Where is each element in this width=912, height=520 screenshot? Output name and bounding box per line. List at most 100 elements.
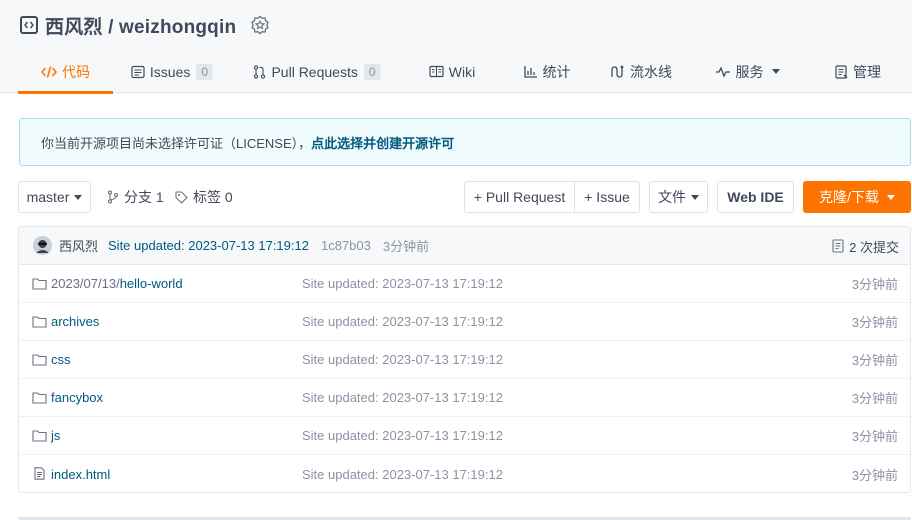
tab-issues-count: 0 [196,63,214,80]
tab-stats-label: 统计 [542,63,571,80]
branch-select[interactable]: master [18,181,91,213]
tab-pipeline[interactable]: 流水线 [593,50,689,93]
file-name-link[interactable]: css [51,352,71,367]
file-name-link[interactable]: fancybox [51,390,103,405]
clone-download-label: 克隆/下载 [819,189,879,205]
file-menu-label: 文件 [658,189,686,205]
folder-icon [32,315,47,328]
commit-author[interactable]: 西风烈 [59,236,98,255]
repo-code-icon [20,16,38,34]
file-name: hello-world [119,276,183,291]
table-row[interactable]: js Site updated: 2023-07-13 17:19:12 3分钟前 [19,417,910,455]
chevron-down-icon [886,194,895,200]
pipeline-icon [610,65,625,79]
file-commit-message[interactable]: Site updated: 2023-07-13 17:19:12 [302,276,503,291]
repo-header: 西风烈 / weizhongqin 代码 Issues 0 Pull Reque… [0,0,912,94]
license-notice: 你当前开源项目尚未选择许可证（LICENSE）， 点此选择并创建开源许可 [19,118,911,166]
tab-stats[interactable]: 统计 [501,50,593,93]
table-row[interactable]: css Site updated: 2023-07-13 17:19:12 3分钟前 [19,341,910,379]
tags-count: 标签 0 [193,189,233,205]
file-commit-message[interactable]: Site updated: 2023-07-13 17:19:12 [302,352,503,367]
tab-manage-label: 管理 [853,63,881,80]
file-commit-message[interactable]: Site updated: 2023-07-13 17:19:12 [302,390,503,405]
new-pull-request-button[interactable]: + Pull Request [464,181,575,213]
repo-toolbar: master 分支 1 标签 0 + Pull Request + Issue … [18,181,912,213]
stats-icon [523,65,538,78]
tags-link[interactable]: 标签 0 [175,181,233,213]
branch-select-label: master [26,189,70,205]
branch-icon [107,190,119,204]
commit-time: 3分钟前 [382,239,430,254]
file-commit-time: 3分钟前 [851,315,898,330]
license-notice-text: 你当前开源项目尚未选择许可证（LICENSE）， [41,135,312,151]
tab-wiki[interactable]: Wiki [403,50,501,93]
issues-icon [131,65,145,79]
tab-code[interactable]: 代码 [18,50,113,94]
repo-title-bar: 西风烈 / weizhongqin [20,12,270,38]
wiki-icon [429,65,444,78]
file-icon [32,467,47,480]
tag-icon [175,190,188,204]
file-name-link[interactable]: 2023/07/13/hello-world [51,276,183,291]
branches-count: 分支 1 [124,189,164,205]
file-name-link[interactable]: js [51,428,60,443]
web-ide-button[interactable]: Web IDE [717,181,794,213]
table-row[interactable]: 2023/07/13/hello-world Site updated: 2023… [19,265,910,303]
commit-count: 2 次提交 [849,239,899,255]
file-commit-time: 3分钟前 [851,277,898,292]
file-path-prefix: 2023/07/13/ [51,276,120,291]
tab-issues[interactable]: Issues 0 [113,50,231,93]
folder-icon [32,429,47,442]
file-name: fancybox [51,390,104,405]
chevron-down-icon [74,194,83,200]
tab-pipeline-label: 流水线 [630,63,672,80]
repo-tabs: 代码 Issues 0 Pull Requests 0 Wiki 统计 流水线 … [18,50,912,94]
commit-sha[interactable]: 1c87b03 [321,238,371,253]
branches-link[interactable]: 分支 1 [107,181,164,213]
repo-name[interactable]: 西风烈 / weizhongqin [45,12,236,39]
file-name: index.html [51,466,111,482]
file-commit-time: 3分钟前 [851,467,898,483]
tab-issues-label: Issues [149,63,191,80]
table-row[interactable]: archives Site updated: 2023-07-13 17:19:1… [19,303,910,341]
clone-download-button[interactable]: 克隆/下载 [803,181,911,213]
table-row[interactable]: fancybox Site updated: 2023-07-13 17:19:1… [19,379,910,417]
avatar[interactable] [33,236,52,255]
file-commit-time: 3分钟前 [851,353,898,368]
file-name: js [51,428,61,443]
latest-commit-bar: 西风烈 Site updated: 2023-07-13 17:19:12 1c… [19,227,910,265]
manage-icon [835,64,848,79]
file-name: archives [51,314,100,329]
file-list: 西风烈 Site updated: 2023-07-13 17:19:12 1c… [18,226,911,493]
create-license-link[interactable]: 点此选择并创建开源许可 [311,133,454,152]
tab-pull-requests-count: 0 [363,63,381,80]
chevron-down-icon [691,194,699,200]
tab-code-label: 代码 [62,63,90,80]
tab-pull-requests[interactable]: Pull Requests 0 [231,50,403,93]
file-commit-time: 3分钟前 [851,391,898,406]
commit-count-link[interactable]: 2 次提交 [832,227,899,265]
code-icon [41,65,57,79]
file-commit-message[interactable]: Site updated: 2023-07-13 17:19:12 [302,428,503,443]
file-commit-message[interactable]: Site updated: 2023-07-13 17:19:12 [302,467,503,482]
file-name: css [51,352,71,367]
tab-pull-requests-label: Pull Requests [271,63,358,80]
file-commit-message[interactable]: Site updated: 2023-07-13 17:19:12 [302,314,503,329]
tab-service-label: 服务 [735,63,764,80]
table-row[interactable]: index.html Site updated: 2023-07-13 17:19… [19,455,910,493]
commits-icon [832,239,844,253]
tab-wiki-label: Wiki [448,63,476,80]
tab-service[interactable]: 服务 [689,50,805,93]
chevron-down-icon [771,69,780,74]
tab-manage[interactable]: 管理 [805,50,911,93]
file-name-link[interactable]: index.html [51,467,110,482]
folder-icon [32,353,47,366]
recommend-badge-icon[interactable] [250,15,270,35]
folder-icon [32,391,47,404]
file-commit-time: 3分钟前 [851,429,898,444]
commit-message[interactable]: Site updated: 2023-07-13 17:19:12 [108,238,309,253]
new-issue-button[interactable]: + Issue [574,181,640,213]
file-name-link[interactable]: archives [51,314,99,329]
folder-icon [32,277,47,290]
file-menu-button[interactable]: 文件 [649,181,708,213]
